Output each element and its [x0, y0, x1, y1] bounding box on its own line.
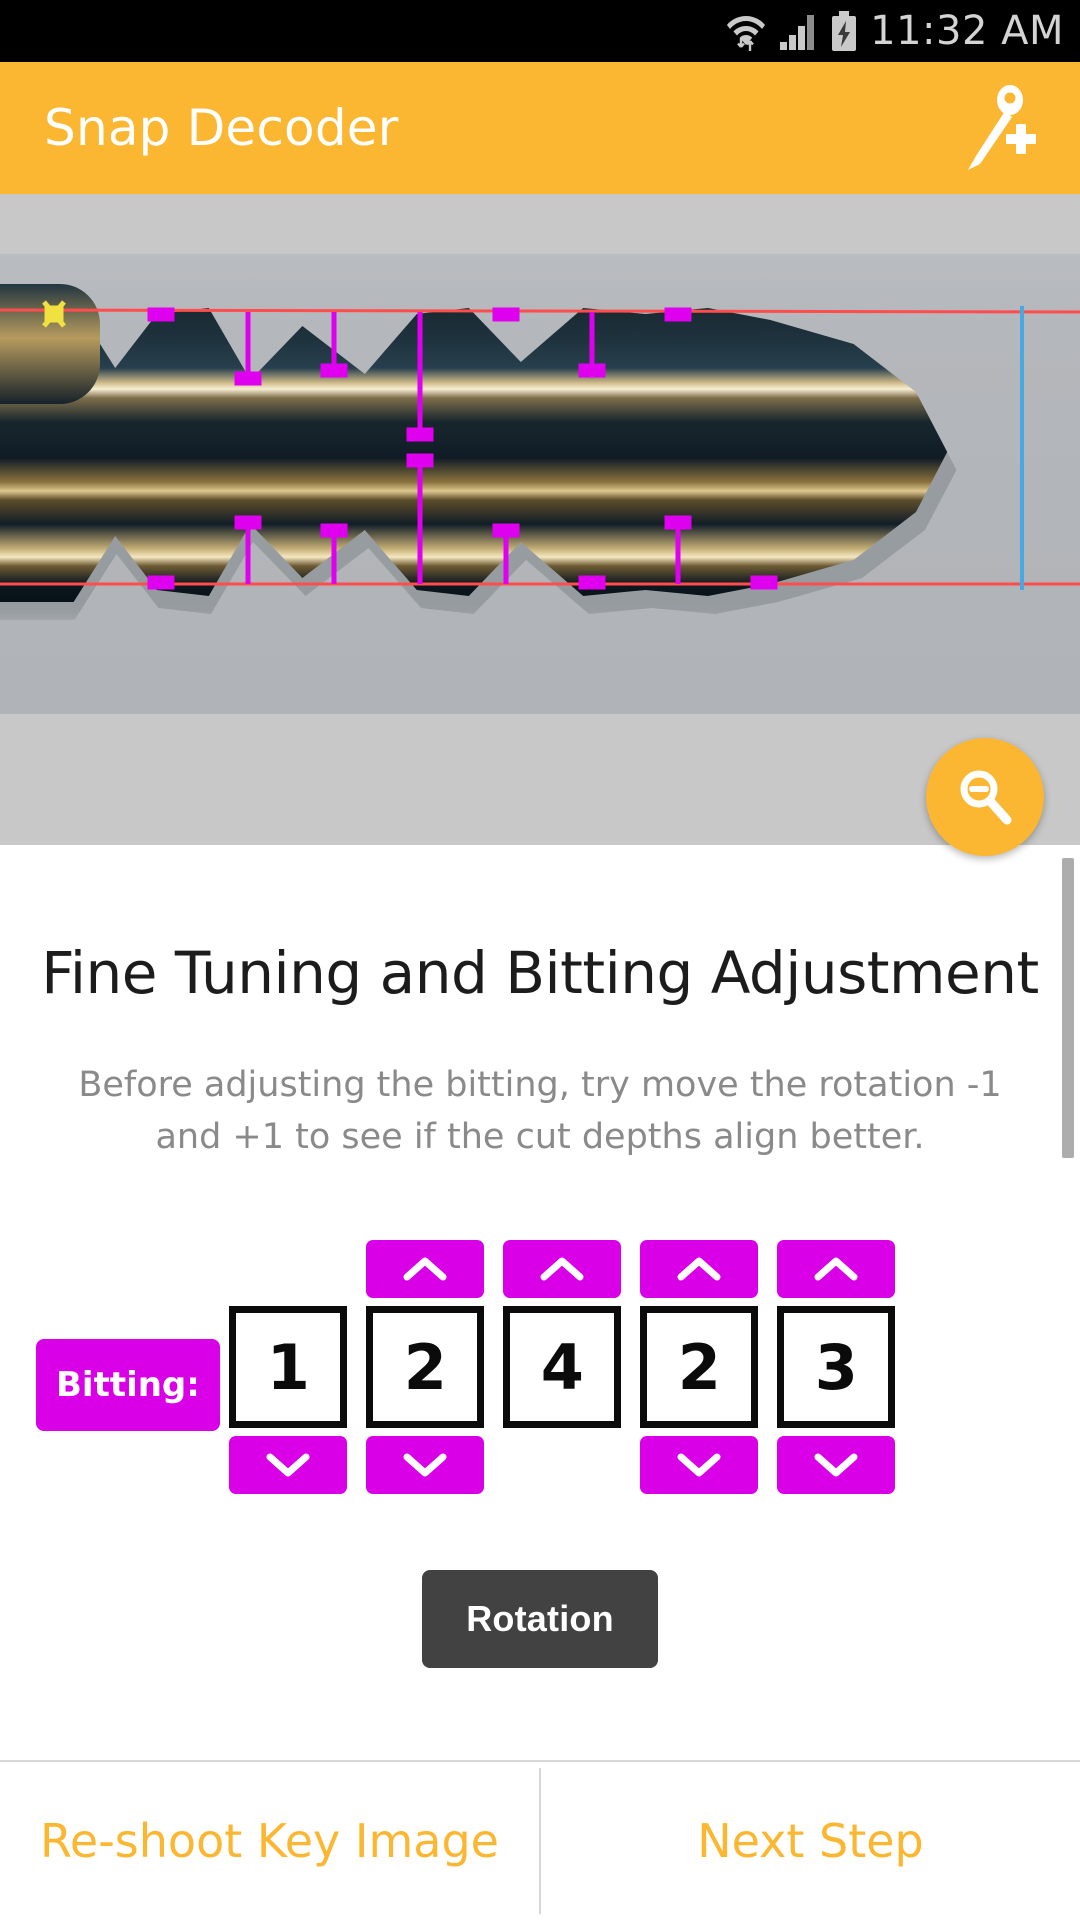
bitting-down-button-4[interactable]: [640, 1436, 759, 1494]
scrollbar-thumb[interactable]: [1062, 858, 1074, 1158]
page-title: Fine Tuning and Bitting Adjustment: [41, 939, 1039, 1007]
chevron-up-icon: [814, 1257, 858, 1281]
bitting-down-button-5[interactable]: [777, 1436, 896, 1494]
zoom-out-icon: [960, 770, 1012, 825]
status-time: 11:32 AM: [870, 8, 1064, 54]
chevron-down-icon: [677, 1453, 721, 1477]
bitting-down-button-2[interactable]: [366, 1436, 485, 1494]
bitting-up-button-5[interactable]: [777, 1240, 896, 1298]
bitting-value-5[interactable]: 3: [777, 1306, 896, 1428]
bitting-column-5: 3: [768, 1240, 905, 1494]
chevron-up-icon: [540, 1257, 584, 1281]
key-photograph[interactable]: [0, 254, 1080, 714]
description-line-1: Before adjusting the bitting, try move t…: [78, 1065, 1002, 1105]
bitting-label-wrap: Bitting:: [36, 1240, 220, 1530]
bitting-value-4[interactable]: 2: [640, 1306, 759, 1428]
chevron-up-icon: [677, 1257, 721, 1281]
wifi-icon: [726, 10, 766, 52]
bitting-column-3: 4: [494, 1240, 631, 1494]
chevron-down-icon: [403, 1453, 447, 1477]
bitting-column-2: 2: [357, 1240, 494, 1494]
measurement-overlay: [0, 300, 1080, 590]
bitting-column-1: 1: [220, 1240, 357, 1494]
up-arrow-placeholder-1: [229, 1240, 347, 1298]
zoom-out-fab-button[interactable]: [926, 738, 1044, 856]
app-screen: 11:32 AM Snap Decoder Fine Tuning and Bi…: [0, 0, 1080, 1920]
vertical-scrollbar[interactable]: [1062, 858, 1074, 1158]
top-depth-markers: [147, 307, 692, 442]
page-description: Before adjusting the bitting, try move t…: [0, 1059, 1080, 1163]
reshoot-key-image-button[interactable]: Re-shoot Key Image: [0, 1762, 539, 1920]
chevron-down-icon: [266, 1453, 310, 1477]
bitting-column-4: 2: [631, 1240, 768, 1494]
chevron-down-icon: [814, 1453, 858, 1477]
bitting-value-1[interactable]: 1: [229, 1306, 348, 1428]
bitting-row: Bitting: 1 2 4 2 3: [36, 1240, 905, 1530]
app-title: Snap Decoder: [44, 99, 399, 157]
bottom-action-bar: Re-shoot Key Image Next Step: [0, 1760, 1080, 1920]
bitting-up-button-3[interactable]: [503, 1240, 622, 1298]
next-step-button[interactable]: Next Step: [541, 1762, 1080, 1920]
status-bar: 11:32 AM: [0, 0, 1080, 62]
chevron-up-icon: [403, 1257, 447, 1281]
bottom-depth-markers: [147, 453, 778, 590]
origin-marker: [42, 300, 66, 328]
key-image-viewer[interactable]: [0, 194, 1080, 845]
bitting-value-3[interactable]: 4: [503, 1306, 622, 1428]
bitting-up-button-2[interactable]: [366, 1240, 485, 1298]
rotation-button[interactable]: Rotation: [422, 1570, 658, 1668]
down-arrow-placeholder-3: [503, 1436, 621, 1494]
app-bar: Snap Decoder: [0, 62, 1080, 194]
cellular-signal-icon: [778, 10, 818, 52]
rotation-section: Rotation: [0, 1570, 1080, 1668]
battery-charging-icon: [830, 10, 858, 52]
add-key-icon[interactable]: [960, 84, 1036, 172]
description-line-2: and +1 to see if the cut depths align be…: [155, 1117, 925, 1157]
bitting-down-button-1[interactable]: [229, 1436, 348, 1494]
bitting-value-2[interactable]: 2: [366, 1306, 485, 1428]
bitting-up-button-4[interactable]: [640, 1240, 759, 1298]
bitting-adjustment-area: Bitting: 1 2 4 2 3: [0, 1240, 1080, 1530]
bitting-label: Bitting:: [36, 1339, 220, 1431]
